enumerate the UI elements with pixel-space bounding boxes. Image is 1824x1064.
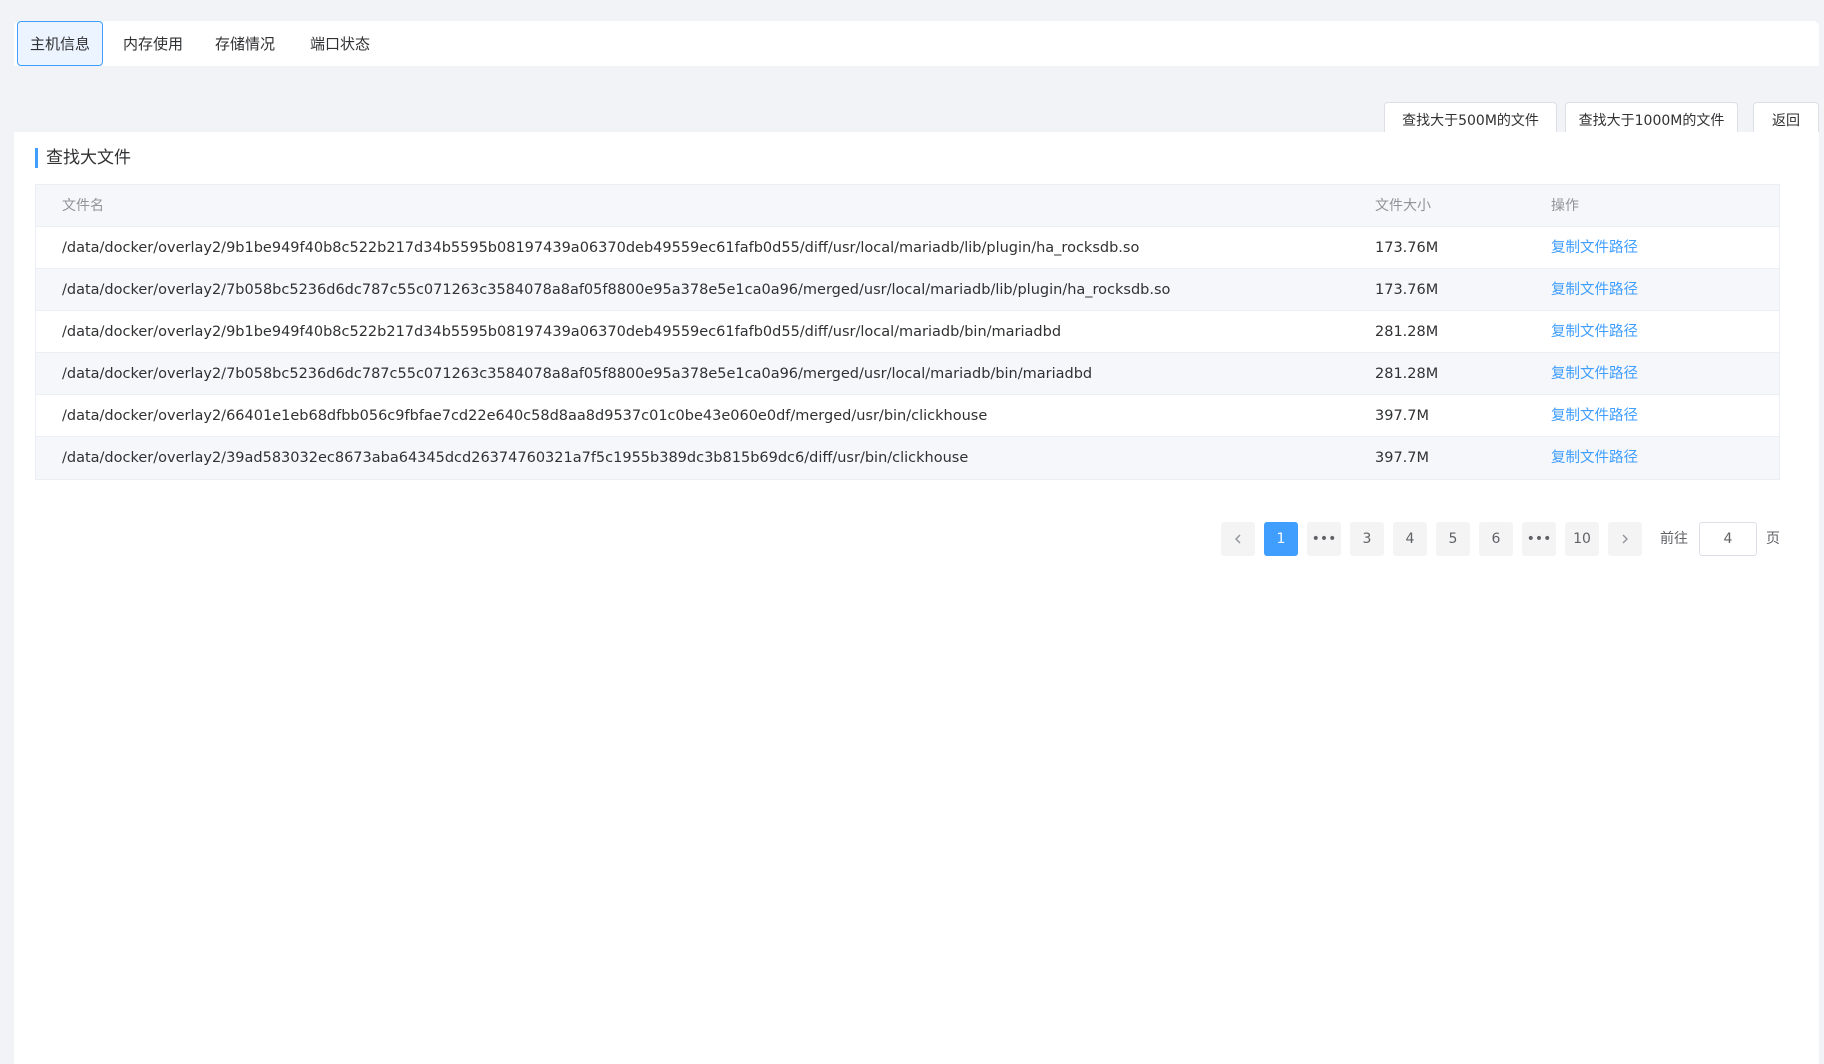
table-header: 文件名 文件大小 操作 (36, 185, 1779, 227)
copy-path-link[interactable]: 复制文件路径 (1551, 450, 1638, 466)
file-path: /data/docker/overlay2/7b058bc5236d6dc787… (62, 366, 1093, 382)
page-button-3[interactable]: 3 (1350, 522, 1384, 556)
file-size: 281.28M (1375, 324, 1439, 340)
file-size: 397.7M (1375, 450, 1430, 466)
page-button-10[interactable]: 10 (1565, 522, 1599, 556)
next-page-button[interactable] (1608, 522, 1642, 556)
header-file-size: 文件大小 (1375, 198, 1431, 214)
page-button-4[interactable]: 4 (1393, 522, 1427, 556)
operation-cell: 复制文件路径 (1551, 395, 1751, 437)
page-button-1[interactable]: 1 (1264, 522, 1298, 556)
chevron-left-icon (1235, 534, 1241, 544)
table-row: /data/docker/overlay2/9b1be949f40b8c522b… (36, 227, 1779, 269)
tab-host-info[interactable]: 主机信息 (17, 21, 103, 66)
copy-path-link[interactable]: 复制文件路径 (1551, 366, 1638, 382)
large-files-panel: 查找大文件 文件名 文件大小 操作 /data/docker/overlay2/… (14, 132, 1819, 1064)
table-row: /data/docker/overlay2/9b1be949f40b8c522b… (36, 311, 1779, 353)
file-path: /data/docker/overlay2/39ad583032ec8673ab… (62, 450, 969, 466)
operation-cell: 复制文件路径 (1551, 437, 1751, 479)
file-path: /data/docker/overlay2/66401e1eb68dfbb056… (62, 408, 988, 424)
file-size: 173.76M (1375, 240, 1439, 256)
copy-path-link[interactable]: 复制文件路径 (1551, 240, 1638, 256)
table-row: /data/docker/overlay2/7b058bc5236d6dc787… (36, 269, 1779, 311)
file-path: /data/docker/overlay2/9b1be949f40b8c522b… (62, 324, 1062, 340)
page-ellipsis-next[interactable]: ••• (1522, 522, 1556, 556)
table-row: /data/docker/overlay2/66401e1eb68dfbb056… (36, 395, 1779, 437)
page-button-6[interactable]: 6 (1479, 522, 1513, 556)
goto-suffix: 页 (1766, 531, 1780, 547)
prev-page-button[interactable] (1221, 522, 1255, 556)
goto-page-input[interactable] (1699, 522, 1757, 556)
goto-prefix: 前往 (1660, 531, 1688, 547)
pagination: 1 ••• 3 4 5 6 ••• 10 前往 页 (14, 522, 1819, 558)
operation-cell: 复制文件路径 (1551, 227, 1751, 269)
file-path: /data/docker/overlay2/7b058bc5236d6dc787… (62, 282, 1171, 298)
chevron-right-icon (1622, 534, 1628, 544)
operation-cell: 复制文件路径 (1551, 269, 1751, 311)
copy-path-link[interactable]: 复制文件路径 (1551, 282, 1638, 298)
file-path: /data/docker/overlay2/9b1be949f40b8c522b… (62, 240, 1140, 256)
page-button-5[interactable]: 5 (1436, 522, 1470, 556)
table-row: /data/docker/overlay2/39ad583032ec8673ab… (36, 437, 1779, 479)
tab-bar: 主机信息 内存使用 存储情况 端口状态 (14, 21, 1819, 66)
copy-path-link[interactable]: 复制文件路径 (1551, 324, 1638, 340)
file-size: 397.7M (1375, 408, 1430, 424)
copy-path-link[interactable]: 复制文件路径 (1551, 408, 1638, 424)
section-title: 查找大文件 (35, 148, 131, 168)
file-size: 173.76M (1375, 282, 1439, 298)
operation-cell: 复制文件路径 (1551, 311, 1751, 353)
table-row: /data/docker/overlay2/7b058bc5236d6dc787… (36, 353, 1779, 395)
file-size: 281.28M (1375, 366, 1439, 382)
large-files-table: 文件名 文件大小 操作 /data/docker/overlay2/9b1be9… (35, 184, 1780, 480)
header-file-name: 文件名 (62, 198, 104, 214)
page-ellipsis-prev[interactable]: ••• (1307, 522, 1341, 556)
tab-port-status[interactable]: 端口状态 (297, 21, 383, 66)
tab-storage[interactable]: 存储情况 (202, 21, 288, 66)
operation-cell: 复制文件路径 (1551, 353, 1751, 395)
tab-memory-usage[interactable]: 内存使用 (110, 21, 196, 66)
header-operation: 操作 (1551, 198, 1579, 214)
app-frame: 主机信息 内存使用 存储情况 端口状态 查找大于500M的文件 查找大于1000… (14, 21, 1819, 1064)
